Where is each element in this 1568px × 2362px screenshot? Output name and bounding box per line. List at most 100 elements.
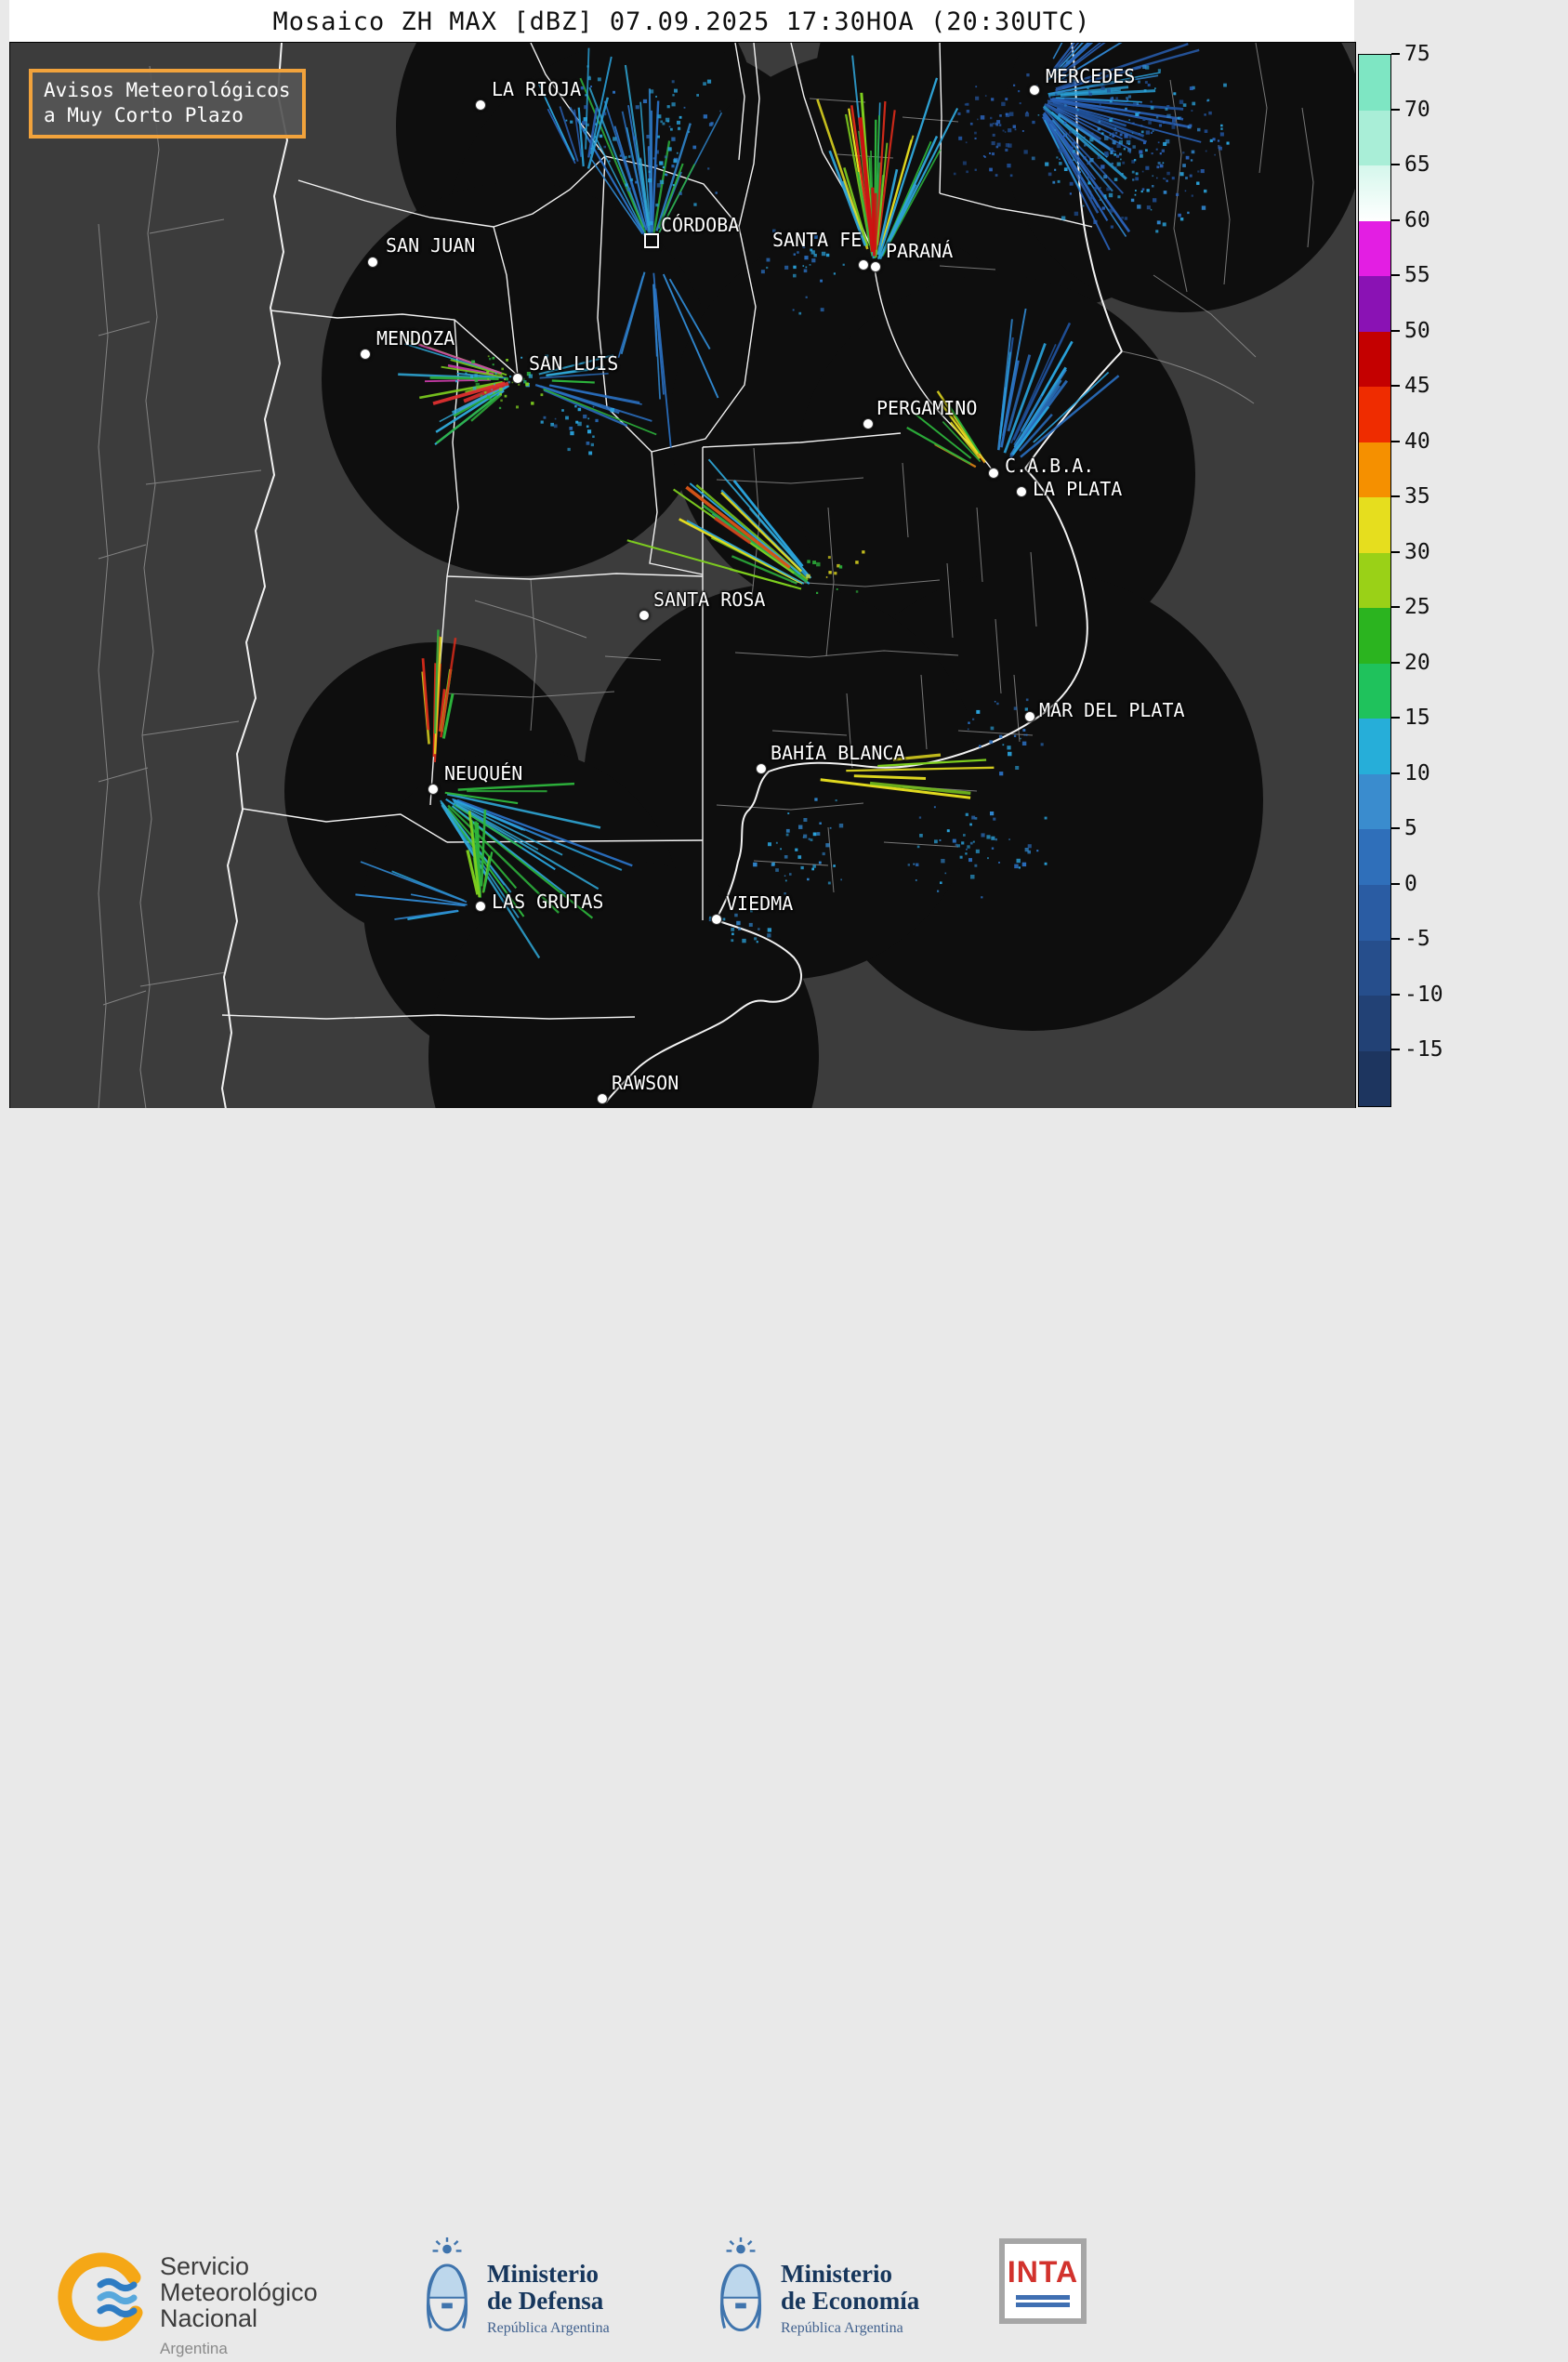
radar-echo-speckle	[1084, 144, 1086, 146]
radar-echo-speckle	[1036, 850, 1038, 851]
radar-echo-speckle	[1109, 209, 1113, 213]
radar-echo-speckle	[1038, 114, 1040, 116]
radar-echo-speckle	[1151, 132, 1153, 134]
radar-echo-speckle	[1202, 205, 1206, 209]
colorbar-tick-mark	[1391, 495, 1400, 497]
radar-echo-speckle	[821, 308, 824, 311]
radar-echo-speckle	[806, 267, 808, 269]
radar-echo-speckle	[488, 355, 490, 357]
radar-echo-speckle	[1122, 173, 1124, 175]
radar-echo-speckle	[668, 147, 672, 151]
radar-echo-speckle	[1140, 125, 1142, 126]
colorbar-tick-mark	[1391, 109, 1400, 111]
radar-echo-speckle	[731, 933, 734, 936]
radar-echo-speckle	[1080, 176, 1082, 178]
radar-echo-speckle	[736, 921, 740, 925]
radar-echo-speckle	[970, 875, 975, 879]
radar-echo-speckle	[1189, 125, 1192, 127]
radar-echo-speckle	[626, 183, 628, 186]
colorbar-tick-label: 20	[1404, 651, 1430, 675]
colorbar-tick-label: 0	[1404, 872, 1417, 896]
radar-echo-speckle	[822, 252, 825, 256]
radar-echo-speckle	[1213, 138, 1216, 140]
radar-echo-speckle	[1072, 142, 1075, 146]
radar-echo-speckle	[1027, 851, 1031, 854]
radar-echo-speckle	[945, 873, 947, 875]
radar-echo-speckle	[524, 381, 526, 383]
radar-echo-speckle	[1135, 190, 1137, 191]
radar-echo-speckle	[1064, 122, 1067, 125]
radar-echo-speckle	[1089, 93, 1092, 96]
radar-echo-speckle	[1100, 165, 1104, 168]
radar-echo-speckle	[750, 910, 753, 913]
radar-echo-speckle	[570, 121, 573, 124]
radar-echo-speckle	[1166, 172, 1170, 176]
radar-echo-speckle	[643, 99, 647, 103]
radar-echo-speckle	[797, 855, 801, 859]
radar-echo-speckle	[677, 152, 679, 154]
colorbar-tick-label: 70	[1404, 98, 1430, 122]
radar-echo-speckle	[966, 141, 968, 143]
radar-echo-speckle	[1114, 178, 1118, 181]
radar-echo-speckle	[1142, 188, 1145, 191]
radar-echo-speckle	[784, 892, 785, 894]
radar-echo-speckle	[919, 834, 923, 838]
radar-echo-speckle	[786, 829, 790, 833]
radar-echo-speckle	[1214, 154, 1216, 156]
radar-echo-speckle	[1132, 132, 1134, 134]
radar-echo-speckle	[587, 429, 591, 433]
radar-echo-speckle	[1153, 198, 1156, 202]
radar-echo-speckle	[1036, 85, 1038, 86]
radar-echo-speckle	[814, 235, 818, 239]
radar-echo-speckle	[993, 818, 995, 821]
radar-echo-speckle	[1210, 139, 1213, 142]
radar-echo-speckle	[1017, 859, 1021, 863]
radar-echo-speckle	[807, 878, 810, 881]
colorbar-tick-mark	[1391, 274, 1400, 276]
radar-echo-speckle	[995, 174, 998, 177]
radar-echo-speckle	[768, 928, 771, 931]
radar-echo-speckle	[954, 173, 956, 176]
radar-echo-speckle	[1020, 102, 1021, 104]
colorbar-tick-label: 15	[1404, 706, 1430, 730]
colorbar-tick-label: 25	[1404, 595, 1430, 619]
radar-echo-speckle	[1110, 134, 1112, 136]
radar-echo-speckle	[1101, 132, 1103, 134]
radar-echo-speckle	[1018, 90, 1020, 92]
radar-echo-speckle	[505, 386, 507, 388]
radar-echo-speckle	[830, 827, 832, 829]
colorbar-tick-label: 65	[1404, 152, 1430, 177]
radar-echo-speckle	[499, 388, 503, 391]
colorbar-segment	[1359, 111, 1390, 166]
colorbar-tick-label: 50	[1404, 319, 1430, 343]
colorbar-segment	[1359, 608, 1390, 664]
radar-echo-speckle	[1183, 103, 1187, 107]
radar-echo-speckle	[967, 110, 969, 112]
radar-echo-speckle	[1086, 112, 1089, 116]
radar-echo-speckle	[600, 135, 602, 138]
radar-echo-speckle	[1100, 187, 1101, 189]
short-term-warnings-button[interactable]: Avisos Meteorológicos a Muy Corto Plazo	[29, 69, 306, 139]
radar-echo-speckle	[1126, 97, 1128, 99]
radar-echo-speckle	[679, 116, 682, 119]
radar-echo-speckle	[1052, 181, 1055, 184]
radar-echo-speckle	[1079, 171, 1081, 173]
radar-echo-speckle	[598, 148, 600, 150]
radar-echo-speckle	[1061, 217, 1065, 220]
radar-echo-speckle	[1014, 735, 1016, 737]
radar-echo-speckle	[495, 373, 497, 375]
radar-echo-speckle	[1122, 162, 1125, 165]
radar-echo-speckle	[508, 381, 511, 384]
colorbar-tick-mark	[1391, 164, 1400, 165]
radar-echo-speckle	[1128, 95, 1131, 98]
radar-echo-speckle	[499, 407, 501, 409]
radar-echo-speckle	[784, 855, 788, 859]
radar-echo-speckle	[506, 377, 508, 380]
radar-echo-speckle	[1192, 195, 1193, 197]
radar-echo-speckle	[1201, 169, 1205, 173]
radar-echo-speckle	[1141, 191, 1143, 192]
radar-echo-speckle	[991, 727, 995, 731]
radar-echo-speckle	[967, 845, 969, 848]
radar-echo-speckle	[999, 735, 1003, 739]
radar-echo-speckle	[1153, 130, 1154, 132]
